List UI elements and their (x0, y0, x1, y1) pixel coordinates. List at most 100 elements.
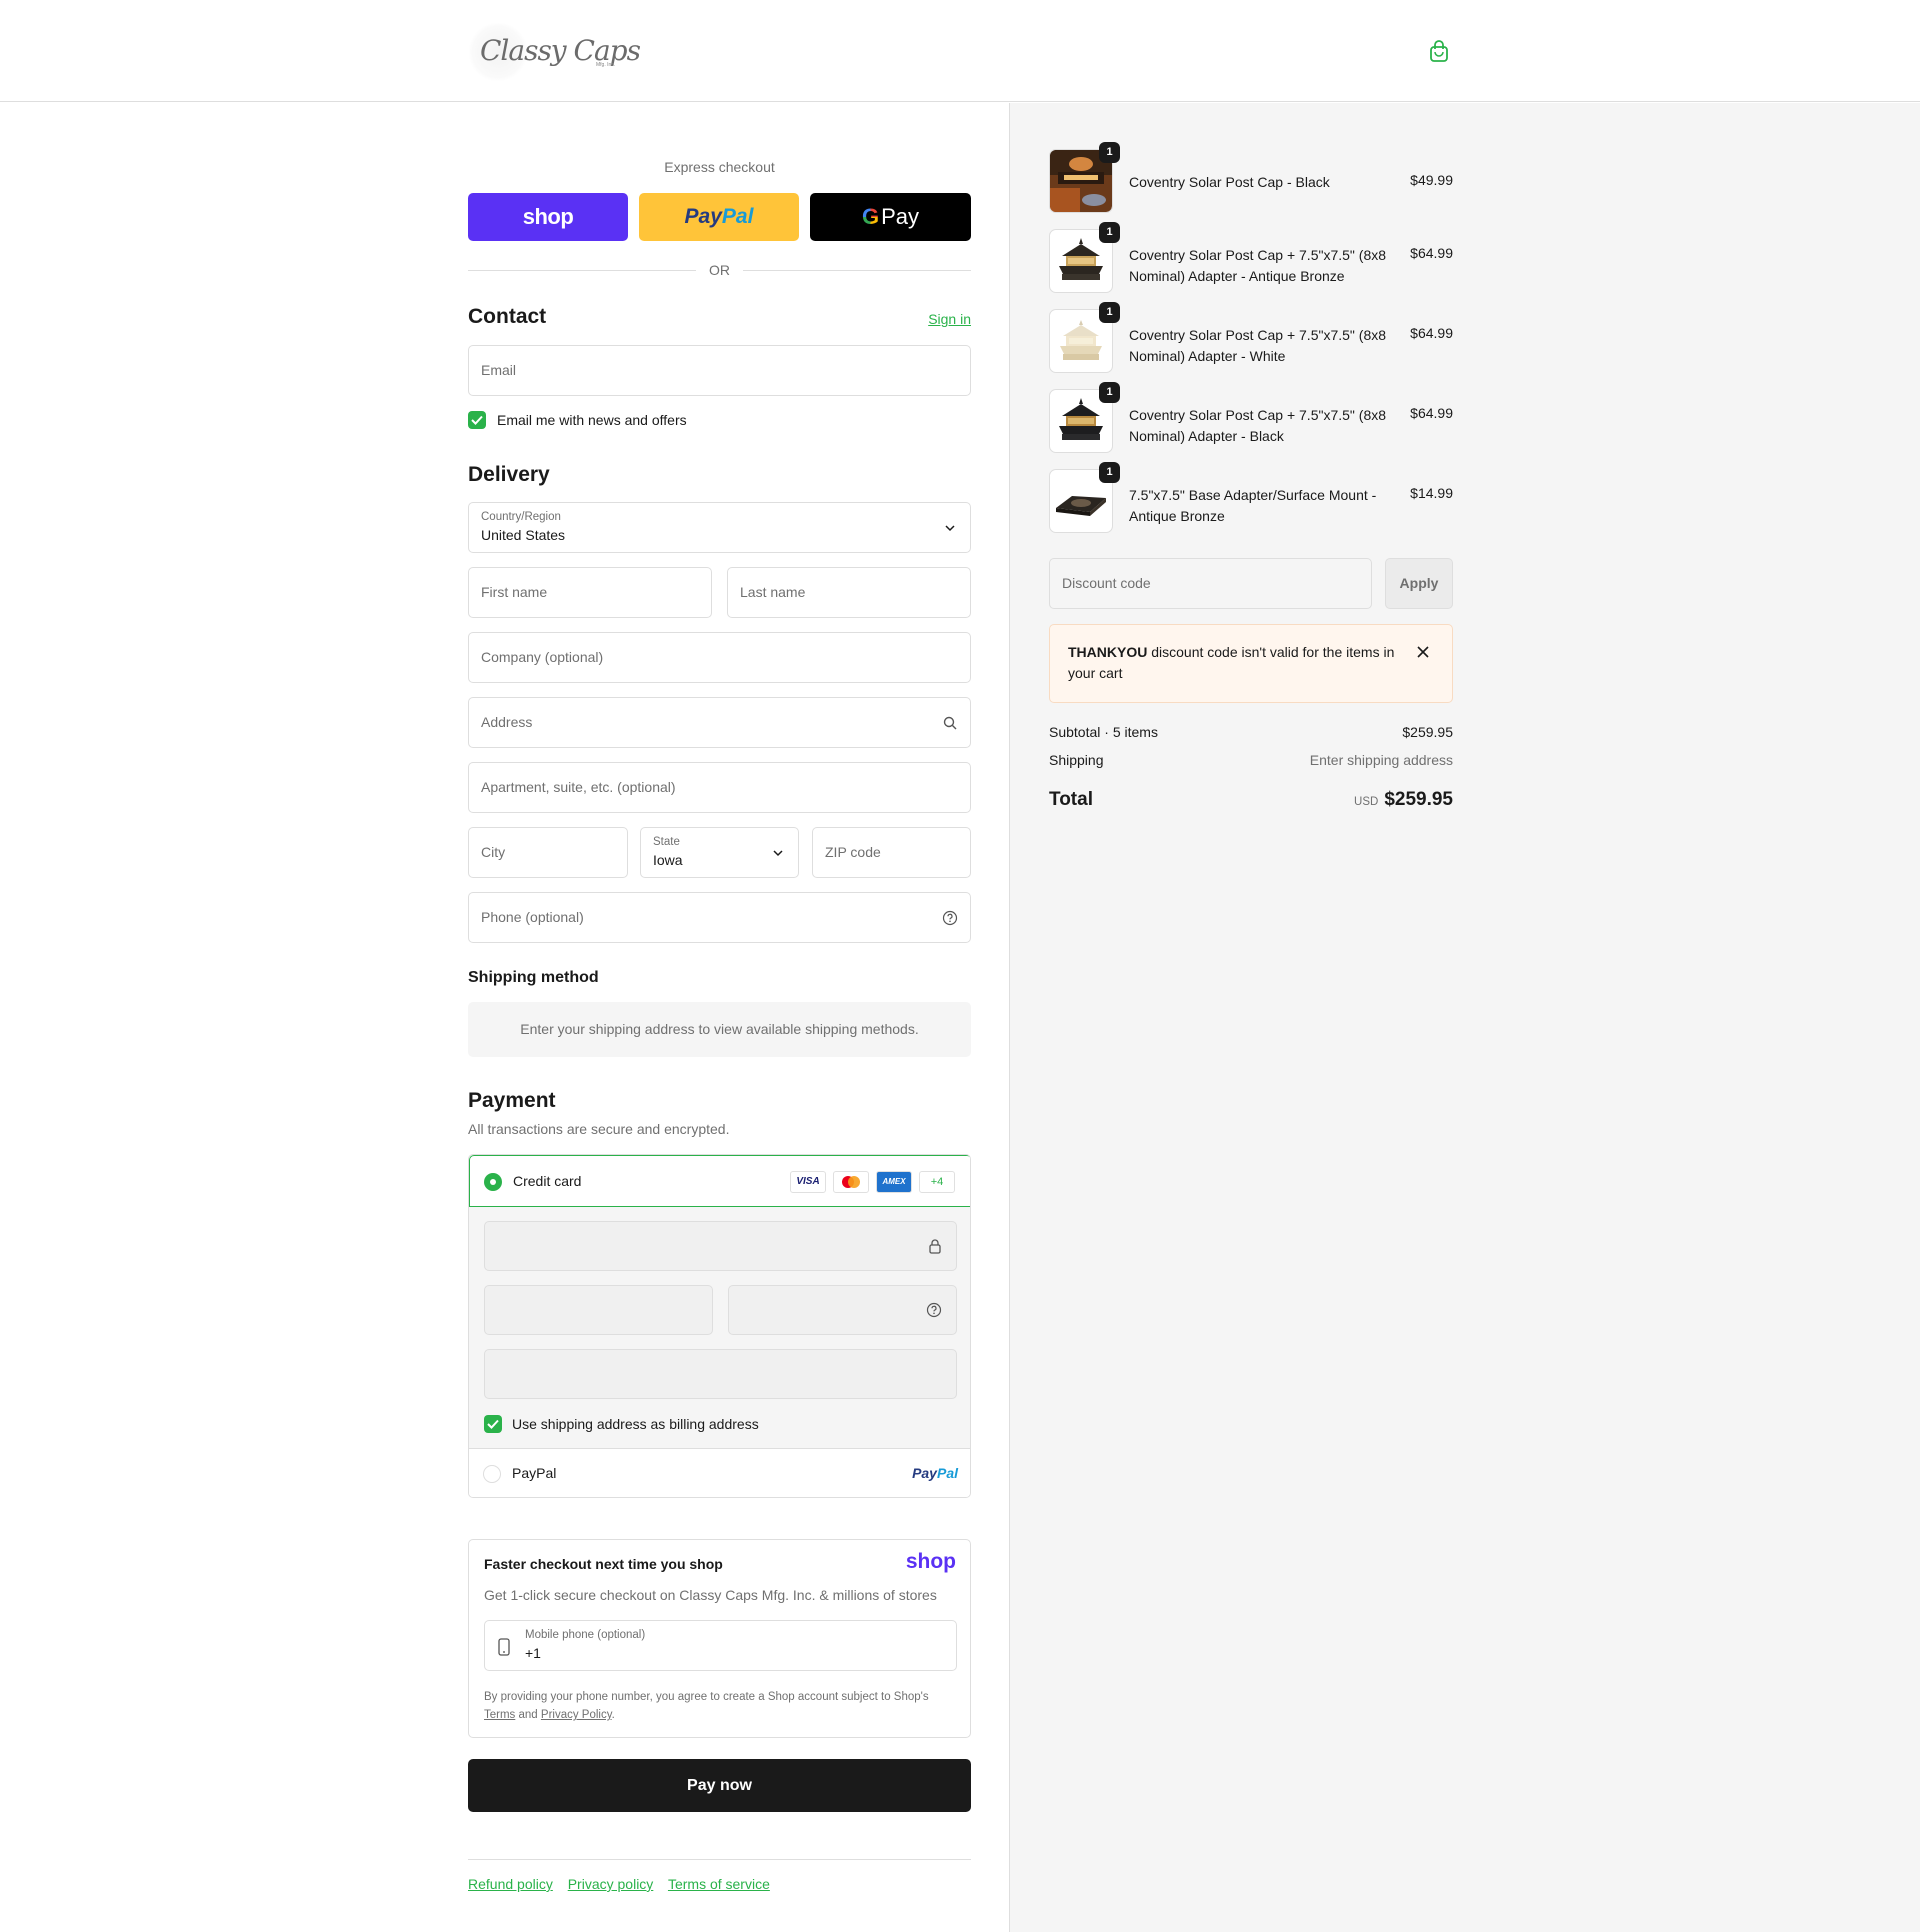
product-price: $49.99 (1410, 172, 1453, 188)
discount-error-code: THANKYOU (1068, 644, 1148, 660)
phone-field[interactable]: Phone (optional) (468, 892, 971, 943)
country-label: Country/Region (481, 511, 561, 523)
paypal-radio[interactable] (483, 1465, 501, 1483)
shipping-row: Shipping Enter shipping address (1049, 752, 1453, 768)
cart-item: 1 Coventry Solar Post Cap - Black $49.99 (1049, 142, 1453, 215)
shipping-value: Enter shipping address (1309, 752, 1453, 768)
chevron-down-icon (942, 520, 958, 536)
sign-in-link[interactable]: Sign in (928, 311, 971, 327)
express-checkout-label: Express checkout (664, 159, 775, 175)
cart-item: 1 Coventry Solar Post Cap + 7.5"x7.5" (8… (1049, 382, 1453, 455)
state-select[interactable]: State Iowa (640, 827, 799, 878)
privacy-policy-link[interactable]: Privacy policy (568, 1876, 654, 1892)
payment-methods: Credit card VISA AMEX +4 Use shipping ad… (468, 1154, 971, 1498)
chevron-down-icon (770, 845, 786, 861)
close-icon[interactable] (1416, 645, 1430, 659)
expiration-date-field[interactable] (484, 1285, 713, 1335)
paypal-logo: PayPal (912, 1465, 958, 1481)
shop-signup-title: Faster checkout next time you shop (484, 1556, 723, 1572)
discount-code-placeholder: Discount code (1062, 575, 1151, 591)
credit-card-label: Credit card (513, 1173, 582, 1189)
apply-discount-button[interactable]: Apply (1385, 558, 1453, 609)
product-image: 1 (1049, 222, 1120, 293)
subtotal-row: Subtotal · 5 items $259.95 (1049, 724, 1453, 740)
newsletter-checkbox[interactable] (468, 411, 486, 429)
state-label: State (653, 836, 680, 848)
payment-title: Payment (468, 1089, 556, 1112)
delivery-title: Delivery (468, 463, 550, 486)
state-value: Iowa (653, 852, 683, 868)
product-price: $14.99 (1410, 485, 1453, 501)
total-label: Total (1049, 789, 1093, 810)
payment-subtitle: All transactions are secure and encrypte… (468, 1121, 730, 1137)
cart-item: 1 Coventry Solar Post Cap + 7.5"x7.5" (8… (1049, 302, 1453, 375)
shop-signup-description: Get 1-click secure checkout on Classy Ca… (484, 1587, 937, 1603)
email-placeholder: Email (481, 362, 517, 378)
shop-legal-end: . (611, 1709, 615, 1721)
address-field[interactable]: Address (468, 697, 971, 748)
product-name: Coventry Solar Post Cap + 7.5"x7.5" (8x8… (1129, 247, 1387, 284)
terms-of-service-link[interactable]: Terms of service (668, 1876, 770, 1892)
cart-item: 1 7.5"x7.5" Base Adapter/Surface Mount -… (1049, 462, 1453, 535)
paypal-logo-pay: Pay (912, 1465, 937, 1481)
refund-policy-link[interactable]: Refund policy (468, 1876, 553, 1892)
product-price: $64.99 (1410, 325, 1453, 341)
product-image: 1 (1049, 382, 1120, 453)
zip-placeholder: ZIP code (825, 844, 881, 860)
footer-links: Refund policy Privacy policy Terms of se… (468, 1876, 781, 1892)
first-name-field[interactable]: First name (468, 567, 712, 618)
store-logo[interactable]: Classy Caps Mfg. Inc. (468, 22, 641, 82)
help-icon[interactable] (926, 1302, 942, 1321)
city-field[interactable]: City (468, 827, 628, 878)
total-currency: USD (1354, 796, 1379, 808)
last-name-field[interactable]: Last name (727, 567, 971, 618)
shop-legal-intro: By providing your phone number, you agre… (484, 1691, 929, 1703)
google-pay-button[interactable]: G Pay (810, 193, 971, 241)
apartment-placeholder: Apartment, suite, etc. (optional) (481, 779, 676, 795)
security-code-field[interactable] (728, 1285, 957, 1335)
shop-logo: shop (905, 1550, 956, 1573)
subtotal-value: $259.95 (1402, 724, 1453, 740)
paypal-express-button[interactable]: Pay Pal (639, 193, 799, 241)
card-number-field[interactable] (484, 1221, 957, 1271)
country-value: United States (481, 527, 566, 543)
search-icon (942, 715, 958, 731)
quantity-badge: 1 (1099, 302, 1120, 323)
shop-legal-and: and (518, 1709, 538, 1721)
mobile-phone-field[interactable]: Mobile phone (optional) +1 (484, 1620, 957, 1671)
product-image: 1 (1049, 302, 1120, 373)
last-name-placeholder: Last name (740, 584, 806, 600)
quantity-badge: 1 (1099, 222, 1120, 243)
credit-card-radio[interactable] (484, 1173, 502, 1191)
quantity-badge: 1 (1099, 462, 1120, 483)
billing-same-checkbox[interactable] (484, 1415, 502, 1433)
pay-now-button[interactable]: Pay now (468, 1759, 971, 1812)
total-row: Total USD $259.95 (1049, 789, 1453, 815)
email-field[interactable]: Email (468, 345, 971, 396)
discount-code-input[interactable]: Discount code (1049, 558, 1372, 609)
shop-pay-button[interactable]: shop (468, 193, 628, 241)
paypal-option[interactable]: PayPal PayPal (469, 1448, 970, 1497)
shop-privacy-link[interactable]: Privacy Policy (541, 1709, 612, 1721)
amex-icon: AMEX (876, 1171, 912, 1193)
product-price: $64.99 (1410, 405, 1453, 421)
name-on-card-field[interactable] (484, 1349, 957, 1399)
credit-card-option[interactable]: Credit card VISA AMEX +4 (469, 1155, 970, 1207)
shipping-method-title: Shipping method (468, 969, 599, 986)
zip-field[interactable]: ZIP code (812, 827, 971, 878)
mobile-phone-value: +1 (525, 1645, 541, 1661)
google-pay-label: Pay (881, 204, 920, 229)
product-name: Coventry Solar Post Cap + 7.5"x7.5" (8x8… (1129, 327, 1387, 364)
credit-card-form: Use shipping address as billing address (469, 1207, 970, 1448)
country-select[interactable]: Country/Region United States (468, 502, 971, 553)
company-field[interactable]: Company (optional) (468, 632, 971, 683)
google-g-icon: G (861, 204, 880, 229)
apartment-field[interactable]: Apartment, suite, etc. (optional) (468, 762, 971, 813)
more-cards-badge: +4 (919, 1171, 955, 1193)
discount-error-banner: THANKYOU discount code isn't valid for t… (1049, 624, 1453, 703)
cart-bag-icon[interactable] (1426, 38, 1452, 64)
help-icon[interactable] (942, 910, 958, 926)
header: Classy Caps Mfg. Inc. (0, 0, 1920, 102)
shop-terms-link[interactable]: Terms (484, 1709, 515, 1721)
order-summary: 1 Coventry Solar Post Cap - Black $49.99… (1009, 103, 1920, 1932)
